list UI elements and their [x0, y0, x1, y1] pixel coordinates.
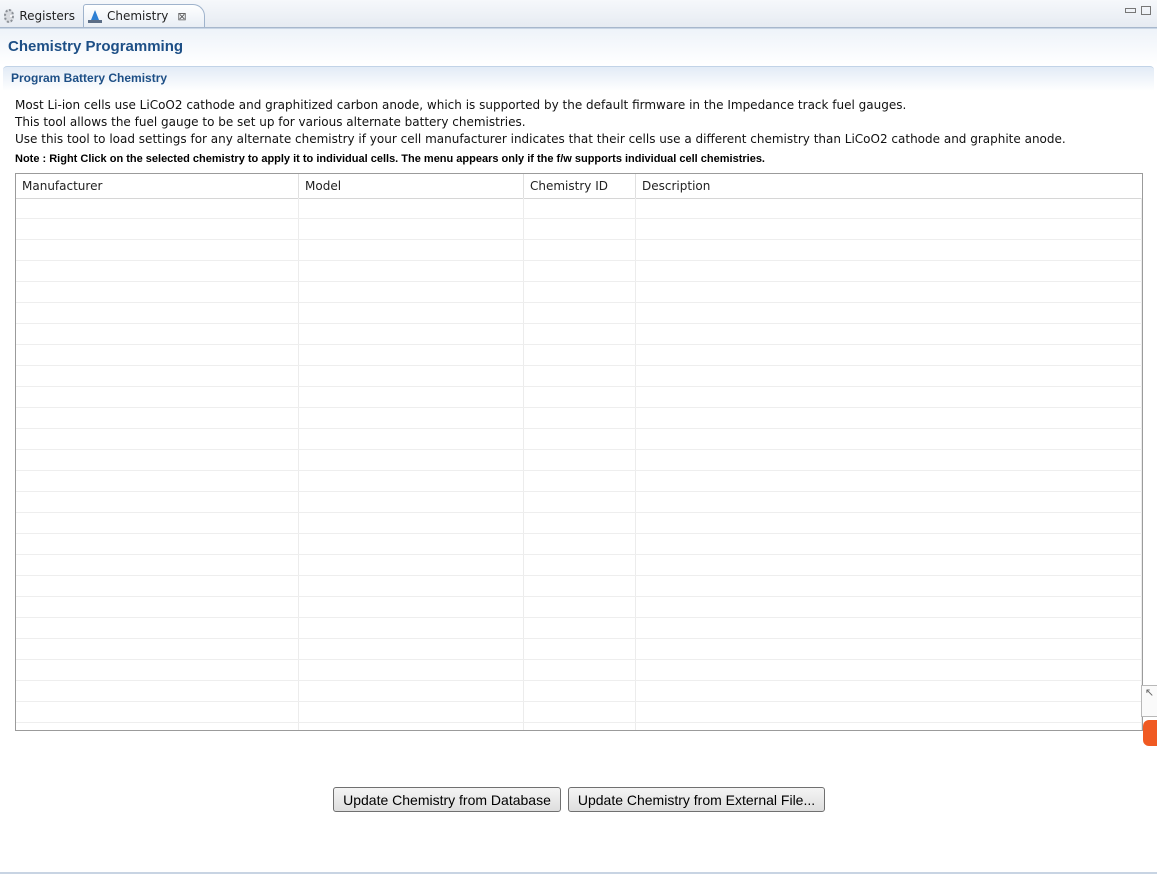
chemistry-icon	[88, 9, 102, 23]
table-row[interactable]	[16, 387, 1142, 408]
minimize-icon[interactable]	[1125, 8, 1136, 13]
table-row[interactable]	[16, 534, 1142, 555]
table-row[interactable]	[16, 723, 1142, 730]
table-row[interactable]	[16, 681, 1142, 702]
update-chemistry-from-database-button[interactable]: Update Chemistry from Database	[333, 787, 561, 812]
table-row[interactable]	[16, 471, 1142, 492]
table-row[interactable]	[16, 408, 1142, 429]
table-row[interactable]	[16, 597, 1142, 618]
floating-badge-icon[interactable]	[1143, 720, 1157, 746]
gear-icon	[4, 8, 15, 23]
arrow-up-left-icon: ↖	[1144, 686, 1155, 699]
table-row[interactable]	[16, 555, 1142, 576]
table-header: Manufacturer Model Chemistry ID Descript…	[16, 174, 1142, 199]
table-row[interactable]	[16, 198, 1142, 219]
chemistry-table[interactable]: Manufacturer Model Chemistry ID Descript…	[15, 173, 1143, 731]
table-row[interactable]	[16, 366, 1142, 387]
form-header: Chemistry Programming	[0, 28, 1157, 65]
close-icon[interactable]: ⊠	[177, 10, 186, 23]
section-header[interactable]: Program Battery Chemistry	[3, 66, 1154, 91]
table-row[interactable]	[16, 618, 1142, 639]
table-row[interactable]	[16, 282, 1142, 303]
table-row[interactable]	[16, 261, 1142, 282]
side-scroll-widget[interactable]: ↖	[1141, 685, 1157, 717]
table-row[interactable]	[16, 660, 1142, 681]
table-body[interactable]	[16, 198, 1142, 730]
description-line: This tool allows the fuel gauge to be se…	[15, 115, 526, 129]
table-row[interactable]	[16, 513, 1142, 534]
tab-chemistry-label: Chemistry	[107, 9, 169, 23]
column-header-model[interactable]: Model	[299, 174, 524, 198]
tab-chemistry[interactable]: Chemistry ⊠	[83, 4, 205, 27]
table-row[interactable]	[16, 576, 1142, 597]
table-row[interactable]	[16, 345, 1142, 366]
bottom-border	[0, 872, 1157, 874]
tab-registers[interactable]: Registers	[0, 4, 81, 27]
description-line: Most Li-ion cells use LiCoO2 cathode and…	[15, 98, 907, 112]
table-row[interactable]	[16, 324, 1142, 345]
note-text: Note : Right Click on the selected chemi…	[15, 153, 765, 165]
maximize-icon[interactable]	[1141, 6, 1151, 15]
table-row[interactable]	[16, 450, 1142, 471]
table-row[interactable]	[16, 303, 1142, 324]
section-title: Program Battery Chemistry	[11, 71, 168, 85]
table-row[interactable]	[16, 219, 1142, 240]
column-header-manufacturer[interactable]: Manufacturer	[16, 174, 299, 198]
table-row[interactable]	[16, 639, 1142, 660]
table-row[interactable]	[16, 702, 1142, 723]
editor-tab-strip: Registers Chemistry ⊠	[0, 0, 1157, 28]
column-header-chemistry-id[interactable]: Chemistry ID	[524, 174, 636, 198]
column-header-description[interactable]: Description	[636, 174, 1142, 198]
update-chemistry-from-external-file-button[interactable]: Update Chemistry from External File...	[568, 787, 825, 812]
description-line: Use this tool to load settings for any a…	[15, 132, 1066, 146]
table-row[interactable]	[16, 492, 1142, 513]
page-title: Chemistry Programming	[8, 38, 184, 55]
table-row[interactable]	[16, 240, 1142, 261]
tab-registers-label: Registers	[19, 8, 75, 23]
table-row[interactable]	[16, 429, 1142, 450]
